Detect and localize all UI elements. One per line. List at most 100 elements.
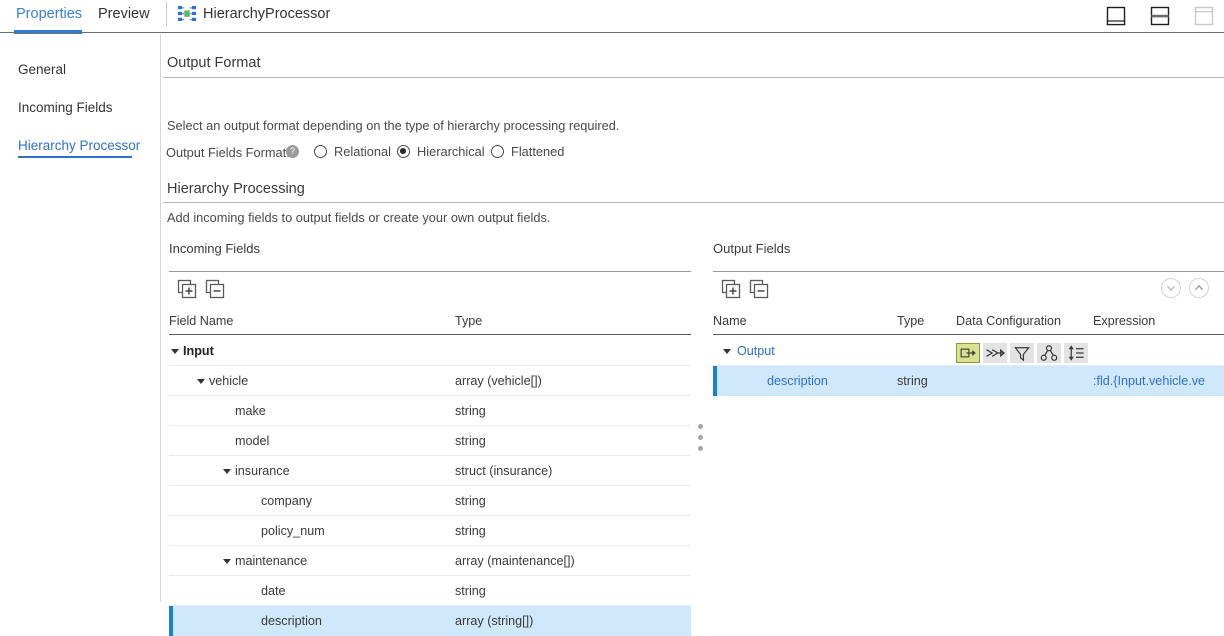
output-format-description: Select an output format depending on the… (167, 118, 620, 133)
remove-output-field-icon[interactable] (749, 279, 769, 299)
tab-group-divider (166, 2, 167, 26)
field-type-cell: string (455, 524, 486, 538)
resize-dot (698, 424, 703, 429)
table-row[interactable]: maintenance array (maintenance[]) (169, 546, 691, 576)
field-name-cell: insurance (235, 464, 290, 478)
radio-relational-label: Relational (334, 144, 391, 159)
sidebar-item-incoming-fields[interactable]: Incoming Fields (18, 100, 113, 115)
layout-split-horizontal-icon[interactable] (1147, 5, 1173, 27)
output-field-type-cell: string (897, 374, 928, 388)
table-row[interactable]: description array (string[]) (169, 606, 691, 636)
field-name-cell: policy_num (261, 524, 325, 538)
chevron-down-icon[interactable] (223, 559, 231, 564)
field-type-cell: string (455, 404, 486, 418)
hierarchy-node-icon (178, 6, 196, 21)
table-row[interactable]: policy_num string (169, 516, 691, 546)
chevron-up-glyph (1194, 284, 1204, 291)
pane-resize-handle[interactable] (698, 424, 704, 454)
layout-bottom-panel-icon[interactable] (1103, 5, 1129, 27)
chevron-down-icon[interactable] (223, 469, 231, 474)
field-type-cell: array (string[]) (455, 614, 534, 628)
radio-hierarchical-label: Hierarchical (417, 144, 485, 159)
resize-dot (698, 435, 703, 440)
filter-funnel-icon[interactable] (1010, 343, 1034, 363)
output-fields-title-divider (713, 271, 1224, 272)
output-fields-pane: Output Fields Name Type Data Configurati… (707, 234, 1224, 602)
hierarchy-processing-heading: Hierarchy Processing (167, 181, 305, 197)
field-name-cell: description (261, 614, 322, 628)
main-panel: Output Format Select an output format de… (161, 34, 1224, 636)
hierarchy-processing-divider (163, 202, 1224, 203)
field-name-cell: vehicle (209, 374, 249, 388)
column-header-data-configuration: Data Configuration (956, 314, 1062, 328)
sidebar-item-general[interactable]: General (18, 62, 66, 77)
incoming-fields-title: Incoming Fields (169, 241, 261, 256)
output-fields-format-label-text: Output Fields Format: (166, 145, 290, 160)
incoming-fields-pane: Incoming Fields Field Name Type Input veh… (163, 234, 692, 636)
top-tab-bar: Properties Preview HierarchyProcessor (0, 0, 1224, 34)
field-name-cell: company (261, 494, 313, 508)
split-arrays-icon[interactable] (983, 343, 1007, 363)
field-type-cell: array (maintenance[]) (455, 554, 575, 568)
expression-cell[interactable]: :fld.{Input.vehicle.ve (1093, 374, 1205, 388)
output-fields-format-label: Output Fields Format:* (166, 145, 295, 160)
add-output-field-icon[interactable] (721, 279, 741, 299)
column-header-field-name: Field Name (169, 314, 234, 328)
chevron-down-icon[interactable] (723, 349, 731, 354)
field-name-cell: Input (183, 344, 214, 358)
radio-relational-dot[interactable] (314, 145, 327, 158)
move-up-icon[interactable] (1189, 278, 1209, 298)
output-fields-header: Name Type Data Configuration Expression (713, 314, 1224, 334)
field-name-cell: date (261, 584, 286, 598)
group-by-icon[interactable] (1037, 343, 1061, 363)
output-field-name-cell[interactable]: Output (737, 344, 775, 358)
settings-sidebar: General Incoming Fields Hierarchy Proces… (0, 34, 160, 602)
collapse-all-icon[interactable] (205, 279, 225, 299)
output-fields-title: Output Fields (713, 241, 791, 256)
chevron-down-icon[interactable] (197, 379, 205, 384)
hierarchy-processing-description: Add incoming fields to output fields or … (167, 210, 551, 225)
output-field-name-cell[interactable]: description (767, 374, 828, 388)
help-question-icon[interactable]: ? (286, 145, 299, 158)
radio-hierarchical-dot[interactable] (397, 145, 410, 158)
node-title: HierarchyProcessor (203, 6, 331, 22)
resize-dot (698, 446, 703, 451)
radio-flattened-dot[interactable] (491, 145, 504, 158)
incoming-fields-header: Field Name Type (169, 314, 692, 334)
column-header-expression: Expression (1093, 314, 1156, 328)
expand-all-icon[interactable] (177, 279, 197, 299)
field-type-cell: struct (insurance) (455, 464, 553, 478)
chevron-down-icon[interactable] (171, 349, 179, 354)
table-row[interactable]: description string :fld.{Input.vehicle.ve (713, 366, 1224, 396)
field-name-cell: maintenance (235, 554, 308, 568)
field-name-cell: make (235, 404, 266, 418)
field-type-cell: string (455, 494, 486, 508)
layout-maximize-icon[interactable] (1191, 5, 1217, 27)
tab-preview[interactable]: Preview (96, 4, 152, 24)
column-header-type: Type (897, 314, 925, 328)
table-row[interactable]: company string (169, 486, 691, 516)
sidebar-active-indicator (18, 156, 132, 158)
table-row[interactable]: Output (713, 336, 1224, 366)
field-type-cell: array (vehicle[]) (455, 374, 542, 388)
incoming-fields-title-divider (169, 271, 691, 272)
sidebar-item-hierarchy-processor[interactable]: Hierarchy Processor (18, 138, 140, 153)
output-format-divider (163, 77, 1224, 78)
tab-properties[interactable]: Properties (14, 4, 84, 24)
table-row[interactable]: make string (169, 396, 691, 426)
field-type-cell: string (455, 434, 486, 448)
table-row[interactable]: model string (169, 426, 691, 456)
topbar-divider (0, 32, 1224, 33)
move-down-icon[interactable] (1161, 278, 1181, 298)
table-row[interactable]: vehicle array (vehicle[]) (169, 366, 691, 396)
column-header-name: Name (713, 314, 747, 328)
table-row[interactable]: Input (169, 336, 691, 366)
output-node-icon[interactable] (956, 343, 980, 363)
help-glyph: ? (289, 146, 295, 156)
radio-flattened-label: Flattened (511, 144, 565, 159)
sort-icon[interactable] (1064, 343, 1088, 363)
field-type-cell: string (455, 584, 486, 598)
output-format-heading: Output Format (167, 55, 261, 71)
column-header-type: Type (455, 314, 483, 328)
table-row[interactable]: insurance struct (insurance) (169, 456, 691, 486)
